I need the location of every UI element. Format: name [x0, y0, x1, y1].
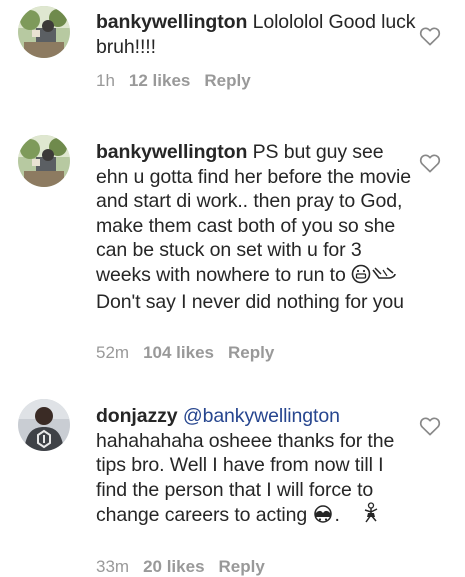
comment-meta: 33m 20 likes Reply: [96, 557, 265, 577]
comment-text: donjazzy @bankywellington hahahahaha osh…: [96, 404, 416, 531]
grinning-face-icon: [351, 264, 371, 291]
profile-photo-icon: [18, 135, 70, 187]
avatar[interactable]: [18, 135, 70, 187]
comment-body-tail: Don't say I never did nothing for you: [96, 291, 404, 313]
comment-meta: 52m 104 likes Reply: [96, 343, 274, 363]
timestamp: 33m: [96, 557, 130, 576]
reply-button[interactable]: Reply: [219, 557, 265, 577]
comment-text: bankywellington PS but guy see ehn u got…: [96, 140, 416, 315]
like-heart-icon[interactable]: [419, 153, 441, 173]
reply-button[interactable]: Reply: [228, 343, 274, 363]
timestamp: 52m: [96, 343, 130, 362]
profile-photo-icon: [18, 399, 70, 451]
likes-count[interactable]: 104 likes: [143, 343, 214, 363]
comment-body-tail: .: [334, 504, 340, 526]
mention-link[interactable]: @bankywellington: [183, 405, 340, 427]
profile-photo-icon: [18, 6, 70, 58]
username[interactable]: bankywellington: [96, 141, 247, 163]
likes-count[interactable]: 12 likes: [129, 71, 190, 91]
likes-count[interactable]: 20 likes: [143, 557, 204, 577]
comment-meta: 1h 12 likes Reply: [96, 71, 251, 91]
dancer-icon: [362, 502, 380, 531]
running-shoe-icon: [371, 264, 397, 291]
avatar[interactable]: [18, 399, 70, 451]
see-no-evil-icon: [312, 504, 334, 531]
timestamp: 1h: [96, 71, 115, 90]
username[interactable]: donjazzy: [96, 405, 178, 427]
comment-text: bankywellington Lolololol Good luck bruh…: [96, 10, 416, 59]
comment-body: hahahahaha osheee thanks for the tips br…: [96, 429, 395, 527]
username[interactable]: bankywellington: [96, 11, 247, 33]
like-heart-icon[interactable]: [419, 26, 441, 46]
like-heart-icon[interactable]: [419, 416, 441, 436]
avatar[interactable]: [18, 6, 70, 58]
reply-button[interactable]: Reply: [204, 71, 250, 91]
